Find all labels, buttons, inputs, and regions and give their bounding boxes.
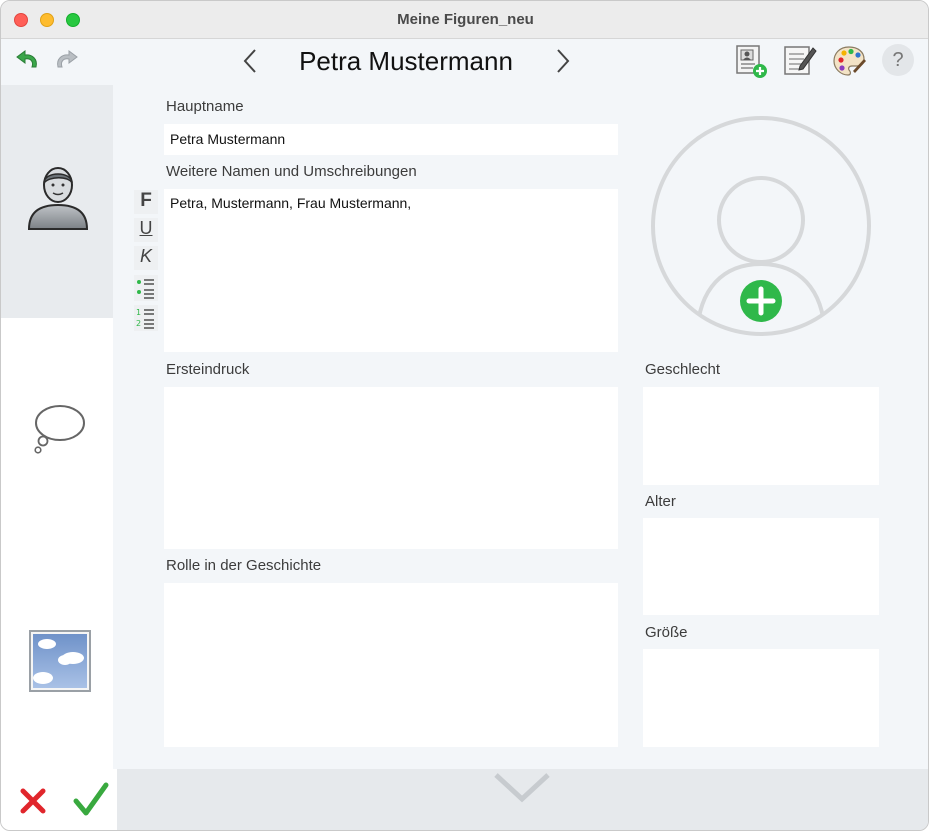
groesse-textarea[interactable] [643,649,879,747]
avatar-placeholder[interactable] [647,112,875,340]
bullet-list-icon[interactable] [134,275,158,301]
geschlecht-label: Geschlecht [645,361,721,378]
hauptname-label: Hauptname [166,98,244,115]
person-icon [27,167,89,230]
title-bar: Meine Figuren_neu [1,1,928,39]
alter-textarea[interactable] [643,518,879,615]
weitere-namen-textarea[interactable]: Petra, Mustermann, Frau Mustermann, [164,189,618,352]
bold-button[interactable]: F [134,190,158,214]
undo-icon[interactable] [14,47,44,73]
groesse-label: Größe [645,624,688,641]
add-contact-card-icon[interactable] [733,43,769,79]
palette-icon[interactable] [831,43,867,79]
ersteindruck-textarea[interactable] [164,387,618,549]
hauptname-input[interactable]: Petra Mustermann [164,124,618,155]
sky-image-icon[interactable] [29,630,91,692]
rolle-label: Rolle in der Geschichte [166,557,322,574]
geschlecht-textarea[interactable] [643,387,879,485]
rolle-textarea[interactable] [164,583,618,747]
italic-button[interactable]: K [134,246,158,270]
character-name-title: Petra Mustermann [299,46,513,76]
next-character-icon[interactable] [550,45,576,77]
confirm-check-icon[interactable] [73,781,109,819]
toolbar: Petra Mustermann ? [1,39,928,85]
add-photo-icon [740,280,782,322]
svg-text:2: 2 [136,319,141,328]
expand-chevron-down-icon[interactable] [492,771,552,803]
help-button[interactable]: ? [882,44,914,76]
edit-note-icon[interactable] [782,42,818,78]
underline-button[interactable]: U [134,218,158,242]
speech-bubble-icon [34,405,85,454]
previous-character-icon[interactable] [237,45,263,77]
app-window: Meine Figuren_neu Petra Mustermann ? Hau… [0,0,929,831]
sidebar-item-person[interactable] [1,85,113,318]
sidebar [1,85,113,769]
redo-icon[interactable] [50,47,80,73]
weitere-namen-label: Weitere Namen und Umschreibungen [166,163,417,180]
numbered-list-icon[interactable]: 1 2 [134,305,158,331]
ersteindruck-label: Ersteindruck [166,361,250,378]
alter-label: Alter [645,493,676,510]
svg-text:1: 1 [136,308,141,317]
cancel-icon[interactable] [17,785,49,817]
window-title: Meine Figuren_neu [397,11,534,28]
